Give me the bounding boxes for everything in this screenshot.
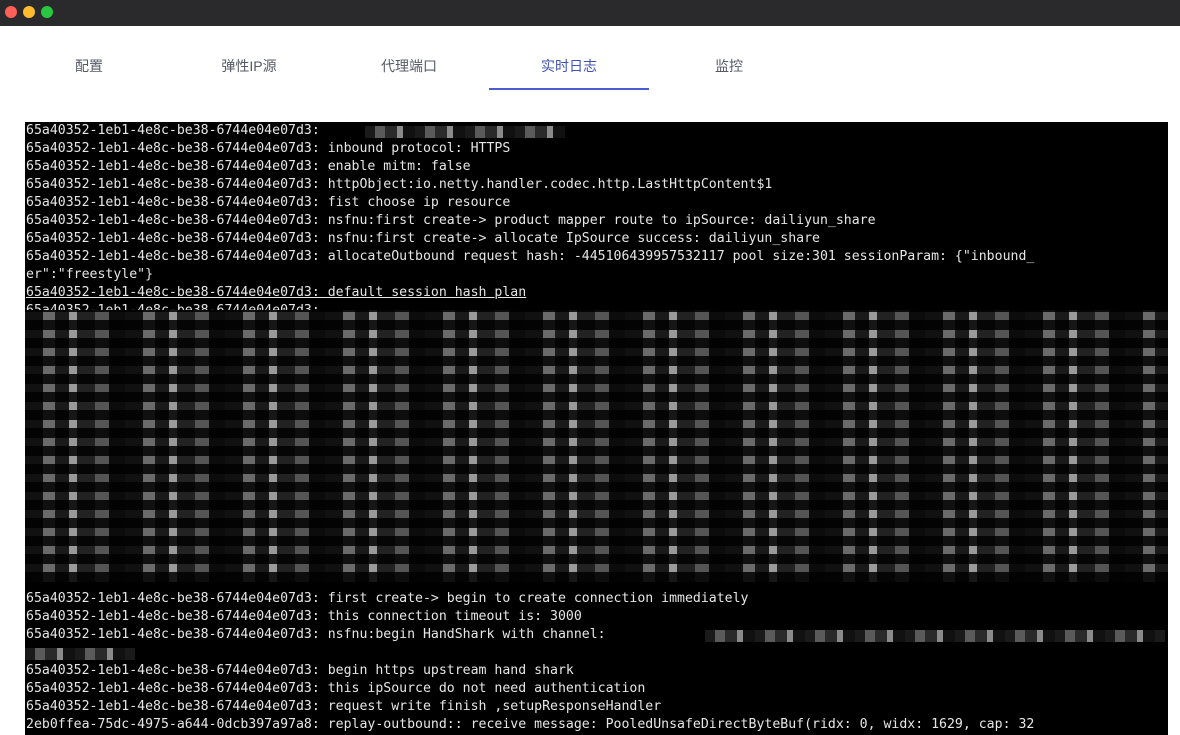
log-line: 65a40352-1eb1-4e8c-be38-6744e04e07d3: al…	[26, 249, 1035, 264]
log-line: 65a40352-1eb1-4e8c-be38-6744e04e07d3: th…	[26, 609, 582, 624]
log-line: 65a40352-1eb1-4e8c-be38-6744e04e07d3: fi…	[26, 195, 511, 210]
tab-monitor[interactable]: 监控	[649, 56, 809, 76]
minimize-window-button[interactable]	[23, 6, 35, 18]
log-line: 65a40352-1eb1-4e8c-be38-6744e04e07d3: th…	[26, 681, 646, 696]
log-line: 65a40352-1eb1-4e8c-be38-6744e04e07d3: ns…	[26, 213, 876, 228]
log-line: 65a40352-1eb1-4e8c-be38-6744e04e07d3: in…	[26, 141, 511, 156]
log-line: 65a40352-1eb1-4e8c-be38-6744e04e07d3: ns…	[26, 627, 614, 642]
tab-config[interactable]: 配置	[9, 56, 169, 76]
redacted-region	[705, 630, 1165, 642]
redacted-region	[365, 126, 565, 138]
redacted-region	[25, 310, 1168, 582]
log-line: 2eb0ffea-75dc-4975-a644-0dcb397a97a8: re…	[26, 717, 1035, 732]
tab-realtime-log[interactable]: 实时日志	[489, 56, 649, 76]
log-line: 65a40352-1eb1-4e8c-be38-6744e04e07d3: fi…	[26, 591, 749, 606]
tab-elastic-ip-source[interactable]: 弹性IP源	[169, 56, 329, 76]
log-line: 65a40352-1eb1-4e8c-be38-6744e04e07d3: be…	[26, 663, 574, 678]
log-line: er":"freestyle"}	[26, 267, 154, 282]
close-window-button[interactable]	[5, 6, 17, 18]
log-line: 65a40352-1eb1-4e8c-be38-6744e04e07d3: ns…	[26, 231, 820, 246]
log-line: 65a40352-1eb1-4e8c-be38-6744e04e07d3: de…	[26, 285, 527, 300]
tab-bar: 配置 弹性IP源 代理端口 实时日志 监控	[0, 26, 1180, 122]
tab-proxy-port[interactable]: 代理端口	[329, 56, 489, 76]
log-line: 65a40352-1eb1-4e8c-be38-6744e04e07d3: re…	[26, 699, 662, 714]
redacted-region	[25, 648, 135, 660]
log-line: 65a40352-1eb1-4e8c-be38-6744e04e07d3: ht…	[26, 177, 773, 192]
log-line: 65a40352-1eb1-4e8c-be38-6744e04e07d3:	[26, 123, 328, 138]
active-tab-indicator	[489, 88, 649, 90]
realtime-log-console[interactable]: 65a40352-1eb1-4e8c-be38-6744e04e07d3: 65…	[25, 122, 1168, 735]
window-titlebar	[0, 0, 1180, 26]
zoom-window-button[interactable]	[41, 6, 53, 18]
log-line: 65a40352-1eb1-4e8c-be38-6744e04e07d3: en…	[26, 159, 471, 174]
